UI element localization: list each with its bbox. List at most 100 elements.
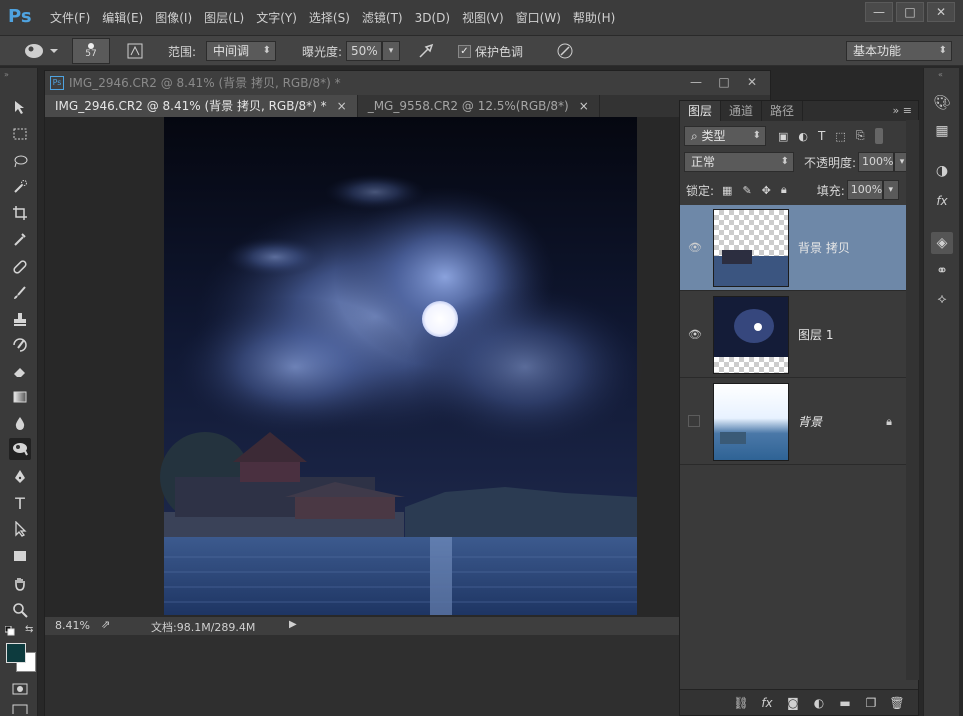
filter-pixel-icon[interactable]: ▣ <box>778 130 788 143</box>
path-selection-tool[interactable] <box>9 518 31 540</box>
menu-help[interactable]: 帮助(H) <box>567 0 621 36</box>
menu-filter[interactable]: 滤镜(T) <box>356 0 409 36</box>
maximize-button[interactable]: □ <box>896 2 924 22</box>
pen-tool[interactable] <box>9 466 31 488</box>
filter-toggle-switch[interactable] <box>874 128 883 144</box>
crop-tool[interactable] <box>9 202 31 224</box>
range-select[interactable]: 中间调 <box>206 41 276 61</box>
lock-position-icon[interactable]: ✥ <box>762 184 771 197</box>
canvas-image[interactable] <box>45 117 770 617</box>
canvas-area[interactable] <box>45 117 770 617</box>
menu-image[interactable]: 图像(I) <box>149 0 198 36</box>
marquee-tool[interactable] <box>9 123 31 145</box>
quick-selection-tool[interactable] <box>9 176 31 198</box>
layer-name[interactable]: 背景 拷贝 <box>798 239 850 256</box>
panel-menu-icon[interactable]: » ≡ <box>893 101 918 121</box>
clone-stamp-tool[interactable] <box>9 308 31 330</box>
workspace-select[interactable]: 基本功能 <box>846 41 952 61</box>
layer-style-fx-icon[interactable]: fx <box>754 696 780 710</box>
filter-adjustment-icon[interactable]: ◐ <box>798 130 808 143</box>
doc-maximize-button[interactable]: □ <box>710 71 738 93</box>
history-brush-tool[interactable] <box>9 334 31 356</box>
visibility-eye-icon[interactable]: 👁︎ <box>688 241 702 255</box>
menu-select[interactable]: 选择(S) <box>303 0 356 36</box>
exposure-input[interactable]: 50% <box>346 41 382 61</box>
foreground-color-swatch[interactable] <box>6 643 26 663</box>
protect-tones-checkbox[interactable]: ✓ <box>458 44 471 58</box>
status-menu-arrow-icon[interactable]: ▶ <box>289 619 297 630</box>
paths-icon[interactable]: ⟡ <box>931 288 953 310</box>
menu-file[interactable]: 文件(F) <box>44 0 96 36</box>
add-mask-icon[interactable]: ◙ <box>780 696 806 710</box>
new-layer-icon[interactable]: ❐ <box>858 696 884 710</box>
rectangle-tool[interactable] <box>9 545 31 567</box>
zoom-level[interactable]: 8.41% <box>55 619 90 632</box>
adjustments-icon[interactable]: ◑ <box>931 160 953 182</box>
lock-pixels-icon[interactable]: ✎ <box>742 184 751 197</box>
tab-layers[interactable]: 图层 <box>680 101 722 121</box>
menu-window[interactable]: 窗口(W) <box>510 0 567 36</box>
type-tool[interactable]: T <box>9 492 31 514</box>
visibility-eye-icon[interactable]: 👁︎ <box>688 328 702 342</box>
lasso-tool[interactable] <box>9 150 31 172</box>
blur-tool[interactable] <box>9 412 31 434</box>
layer-row-background[interactable]: 背景 🔒︎ <box>680 379 906 465</box>
visibility-box[interactable] <box>688 415 700 427</box>
tab-paths[interactable]: 路径 <box>762 101 804 121</box>
blend-mode-select[interactable]: 正常 <box>684 152 794 172</box>
collapse-arrows-icon[interactable]: » <box>4 70 9 79</box>
tab-img-2946[interactable]: IMG_2946.CR2 @ 8.41% (背景 拷贝, RGB/8*) * × <box>45 95 358 117</box>
lock-transparency-icon[interactable]: ▦ <box>722 184 732 197</box>
eraser-tool[interactable] <box>9 360 31 382</box>
close-button[interactable]: ✕ <box>927 2 955 22</box>
screen-mode-button[interactable] <box>9 703 31 715</box>
channels-icon[interactable]: ⚭ <box>931 260 953 282</box>
menu-edit[interactable]: 编辑(E) <box>96 0 149 36</box>
swap-colors-icon[interactable]: ⇆ <box>25 624 33 635</box>
brush-panel-toggle[interactable] <box>124 40 146 62</box>
default-colors-icon[interactable] <box>4 625 15 639</box>
fill-input[interactable]: 100% <box>846 180 883 200</box>
brush-preset-picker[interactable]: 57 <box>72 38 110 64</box>
gradient-tool[interactable] <box>9 386 31 408</box>
document-titlebar[interactable]: Ps IMG_2946.CR2 @ 8.41% (背景 拷贝, RGB/8*) … <box>45 71 770 95</box>
fill-dropdown-arrow-icon[interactable]: ▾ <box>882 180 899 200</box>
exposure-dropdown-arrow-icon[interactable]: ▾ <box>382 41 400 61</box>
swatches-palette-icon[interactable]: 🎨︎ <box>931 92 953 114</box>
lock-all-icon[interactable]: 🔒︎ <box>781 183 787 197</box>
pressure-toggle[interactable] <box>554 40 576 62</box>
tab-close-icon[interactable]: × <box>579 99 589 113</box>
menu-type[interactable]: 文字(Y) <box>250 0 303 36</box>
layer-row-layer-1[interactable]: 👁︎ 图层 1 <box>680 292 906 378</box>
airbrush-toggle[interactable] <box>416 40 438 62</box>
move-tool[interactable] <box>9 96 31 118</box>
filter-smart-object-icon[interactable]: ⎘ <box>856 129 865 143</box>
doc-close-button[interactable]: ✕ <box>738 71 766 93</box>
layer-name[interactable]: 图层 1 <box>798 326 833 343</box>
layer-name[interactable]: 背景 <box>798 413 822 430</box>
protect-tones-option[interactable]: ✓ 保护色调 <box>458 40 523 62</box>
delete-layer-trash-icon[interactable]: 🗑︎ <box>884 696 910 710</box>
dock-collapse-icon[interactable]: « <box>938 70 943 79</box>
eyedropper-tool[interactable] <box>9 228 31 250</box>
filter-shape-icon[interactable]: ⬚ <box>835 130 845 143</box>
filter-type-icon[interactable]: T <box>818 129 825 143</box>
quick-mask-button[interactable] <box>9 678 31 700</box>
layer-row-background-copy[interactable]: 👁︎ 背景 拷贝 <box>680 205 906 291</box>
new-adjustment-icon[interactable]: ◐ <box>806 696 832 710</box>
healing-brush-tool[interactable] <box>9 256 31 278</box>
tool-preset-picker[interactable] <box>20 40 60 62</box>
hand-tool[interactable] <box>9 573 31 595</box>
tab-channels[interactable]: 通道 <box>721 101 763 121</box>
brush-tool[interactable] <box>9 282 31 304</box>
link-layers-icon[interactable]: ⛓︎ <box>728 696 754 710</box>
tab-close-icon[interactable]: × <box>337 99 347 113</box>
menu-view[interactable]: 视图(V) <box>456 0 510 36</box>
export-icon[interactable]: ⇗ <box>101 618 110 631</box>
doc-minimize-button[interactable]: — <box>682 71 710 93</box>
menu-layer[interactable]: 图层(L) <box>198 0 250 36</box>
menu-3d[interactable]: 3D(D) <box>409 0 456 36</box>
layer-filter-select[interactable]: ⌕ 类型 <box>684 126 766 146</box>
tab-mg-9558[interactable]: _MG_9558.CR2 @ 12.5%(RGB/8*) × <box>357 95 600 117</box>
zoom-tool[interactable] <box>9 599 31 621</box>
